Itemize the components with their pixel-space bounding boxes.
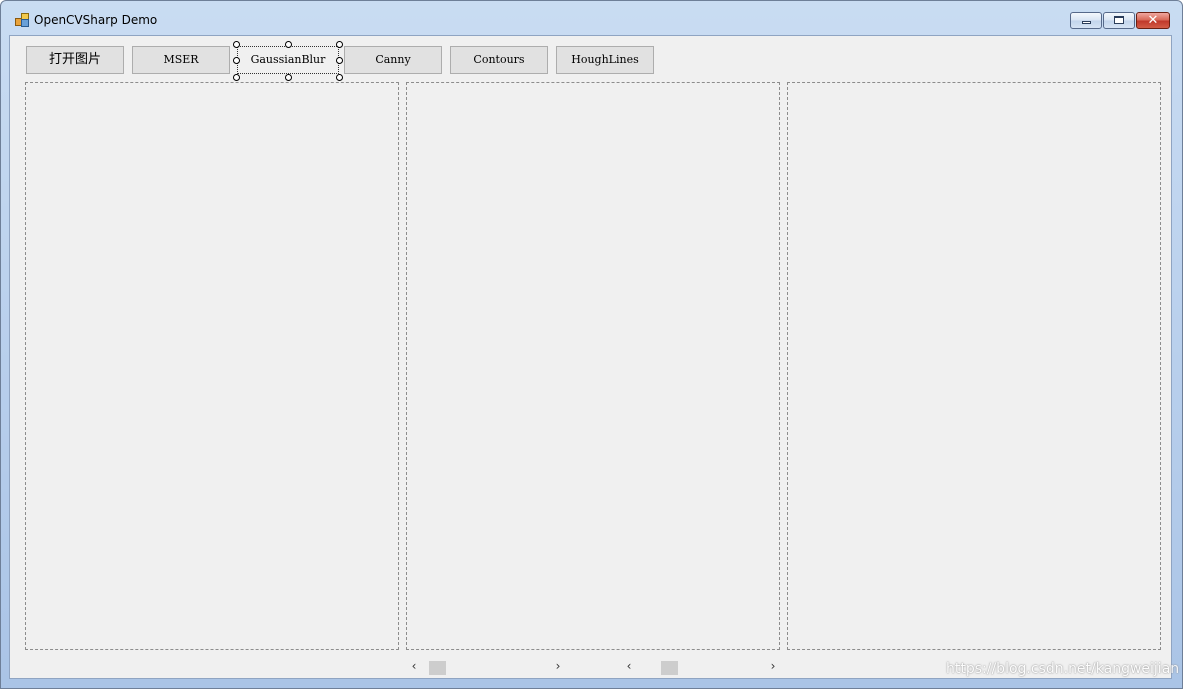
selection-handle[interactable] [233, 74, 240, 81]
image-panel-middle [406, 82, 780, 650]
close-icon: ✕ [1147, 13, 1159, 28]
selection-handle[interactable] [233, 57, 240, 64]
image-panel-left [25, 82, 399, 650]
scroll-thumb[interactable] [429, 661, 446, 675]
scroll-right-icon[interactable]: › [765, 658, 781, 674]
app-window: OpenCVSharp Demo ✕ 打开图片 MSER GaussianBlu… [0, 0, 1183, 689]
selection-handle[interactable] [285, 74, 292, 81]
close-button[interactable]: ✕ [1136, 12, 1170, 29]
watermark: https://blog.csdn.net/kangweijian [946, 661, 1180, 677]
horizontal-scrollbar[interactable]: ‹ › [406, 658, 566, 675]
scroll-track[interactable] [638, 660, 764, 675]
open-image-button[interactable]: 打开图片 [26, 46, 124, 74]
selection-handle[interactable] [336, 74, 343, 81]
contours-button[interactable]: Contours [450, 46, 548, 74]
scroll-left-icon[interactable]: ‹ [406, 658, 422, 674]
title-bar[interactable]: OpenCVSharp Demo ✕ [1, 1, 1182, 34]
restore-icon [1104, 13, 1134, 28]
horizontal-scrollbar[interactable]: ‹ › [621, 658, 781, 675]
canny-button[interactable]: Canny [344, 46, 442, 74]
scroll-left-icon[interactable]: ‹ [621, 658, 637, 674]
scroll-thumb[interactable] [661, 661, 678, 675]
selection-handle[interactable] [233, 41, 240, 48]
window-title: OpenCVSharp Demo [34, 13, 158, 27]
selection-handle[interactable] [336, 57, 343, 64]
form-client-area: 打开图片 MSER GaussianBlur Canny Contours Ho… [9, 35, 1172, 679]
image-panel-right [787, 82, 1161, 650]
scroll-right-icon[interactable]: › [550, 658, 566, 674]
selection-handle[interactable] [336, 41, 343, 48]
mser-button[interactable]: MSER [132, 46, 230, 74]
selection-handle[interactable] [285, 41, 292, 48]
minimize-button[interactable] [1070, 12, 1102, 29]
houghlines-button[interactable]: HoughLines [556, 46, 654, 74]
gaussianblur-button[interactable]: GaussianBlur [237, 46, 339, 74]
app-icon[interactable] [15, 13, 29, 27]
scroll-track[interactable] [423, 660, 549, 675]
minimize-icon [1071, 13, 1101, 28]
restore-button[interactable] [1103, 12, 1135, 29]
